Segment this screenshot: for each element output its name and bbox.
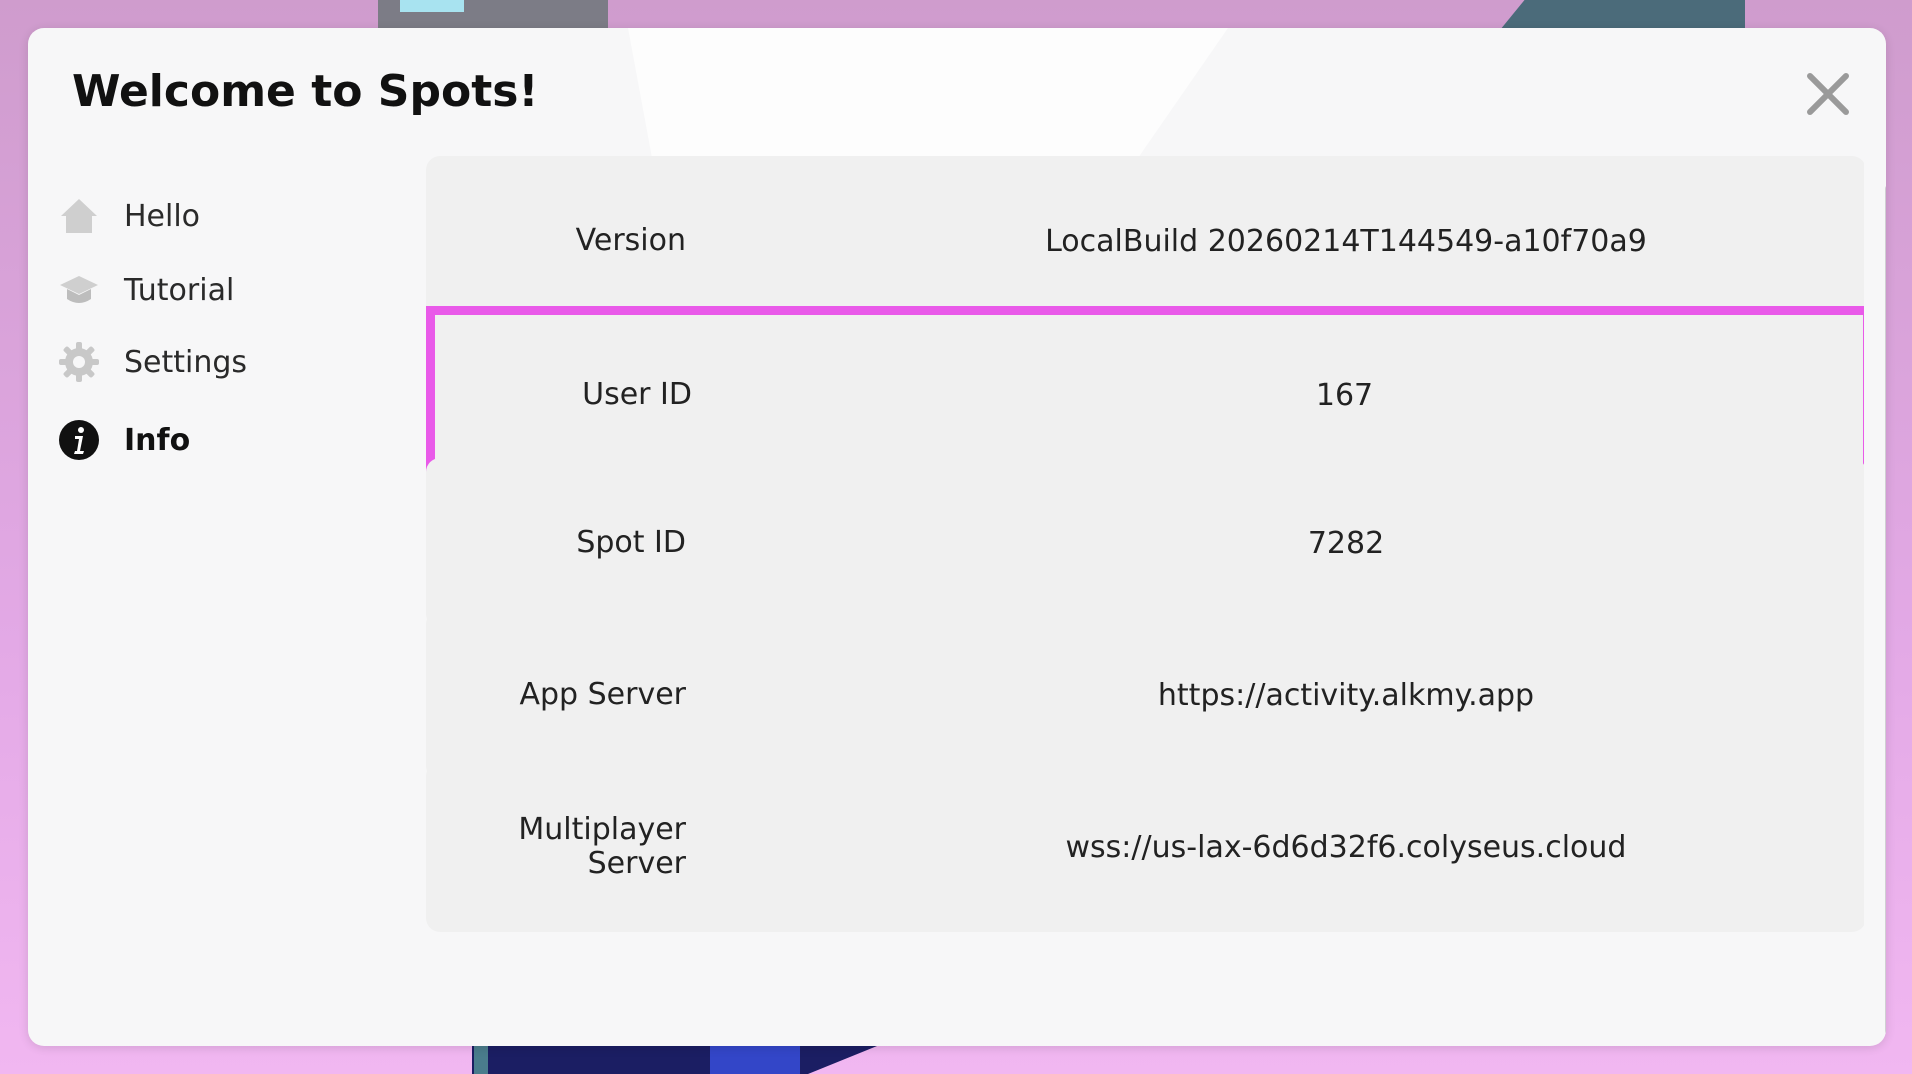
info-panel: Version LocalBuild 20260214T144549-a10f7… (398, 156, 1864, 1046)
sidebar-item-label: Hello (124, 198, 201, 234)
info-row-multiplayer-server: Multiplayer Server wss://us-lax-6d6d32f6… (426, 762, 1864, 932)
row-label: Spot ID (576, 525, 686, 560)
row-value: 7282 (1307, 525, 1385, 561)
dialog-sheen (628, 28, 1228, 158)
row-value: LocalBuild 20260214T144549-a10f70a9 (1045, 223, 1647, 259)
scrollbar[interactable] (1885, 184, 1886, 1036)
sidebar-item-hello[interactable]: Hello (58, 188, 200, 244)
row-label-line: Server (587, 846, 686, 881)
row-label-line: Multiplayer (518, 812, 686, 847)
row-value: https://activity.alkmy.app (1157, 677, 1535, 713)
sidebar-item-info[interactable]: Info (58, 412, 190, 468)
info-row-version: Version LocalBuild 20260214T144549-a10f7… (426, 156, 1864, 326)
gear-icon (58, 341, 100, 383)
row-value: wss://us-lax-6d6d32f6.colyseus.cloud (1065, 829, 1627, 865)
close-button[interactable] (1800, 66, 1856, 122)
dialog-title: Welcome to Spots! (72, 66, 539, 117)
sidebar-item-settings[interactable]: Settings (58, 334, 247, 390)
sidebar-item-label: Info (124, 422, 191, 458)
row-label: User ID (582, 377, 692, 412)
row-label: Version (575, 223, 686, 258)
background-shape (400, 0, 464, 12)
welcome-dialog: Welcome to Spots! Hello Tutorial Setting… (28, 28, 1886, 1046)
background-shape (1500, 0, 1745, 30)
row-label: Multiplayer Server (518, 762, 686, 932)
info-row-spot-id: Spot ID 7282 (426, 458, 1864, 628)
info-icon (58, 419, 100, 461)
graduation-cap-icon (58, 269, 100, 311)
info-row-app-server: App Server https://activity.alkmy.app (426, 610, 1864, 780)
row-value: 167 (1315, 377, 1374, 413)
sidebar-item-label: Tutorial (124, 272, 235, 308)
row-label: App Server (519, 677, 686, 712)
close-icon (1807, 73, 1849, 115)
home-icon (58, 195, 100, 237)
sidebar-item-tutorial[interactable]: Tutorial (58, 262, 234, 318)
sidebar-item-label: Settings (124, 344, 248, 380)
